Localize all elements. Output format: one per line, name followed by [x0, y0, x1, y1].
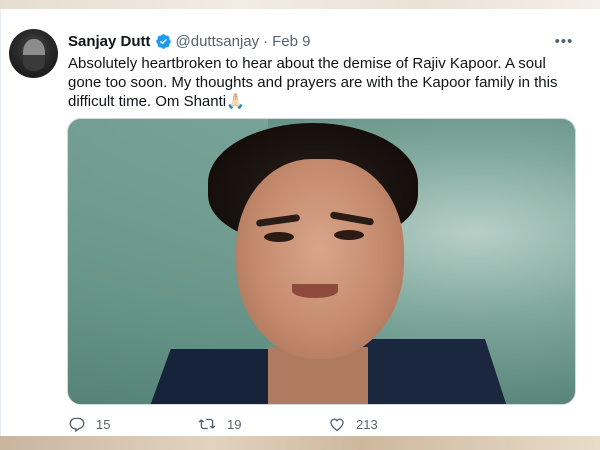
tweet-text: Absolutely heartbroken to hear about the… — [68, 55, 558, 110]
reply-icon — [68, 415, 86, 433]
reply-count: 15 — [96, 416, 111, 432]
verified-badge-icon — [155, 33, 172, 50]
tweet-date[interactable]: Feb 9 — [272, 33, 310, 50]
author-name[interactable]: Sanjay Dutt — [68, 33, 151, 50]
tweet-card[interactable]: Sanjay Dutt @duttsanjay · Feb 9 ••• Abso… — [0, 9, 600, 436]
author-handle[interactable]: @duttsanjay — [176, 33, 260, 50]
page-background-top — [0, 0, 600, 9]
tweet-header: Sanjay Dutt @duttsanjay · Feb 9 — [68, 31, 310, 51]
retweet-button[interactable]: 19 — [197, 415, 241, 433]
like-count: 213 — [356, 416, 378, 432]
avatar[interactable] — [9, 29, 58, 78]
separator-dot: · — [263, 32, 269, 50]
more-icon[interactable]: ••• — [554, 31, 574, 51]
image-eye-left — [264, 232, 294, 242]
tweet-image[interactable] — [67, 118, 576, 405]
image-mouth — [292, 284, 338, 298]
image-eye-right — [334, 230, 364, 240]
retweet-icon — [197, 415, 217, 433]
reply-button[interactable]: 15 — [68, 415, 110, 433]
page-background-bottom — [0, 436, 600, 450]
retweet-count: 19 — [227, 416, 242, 432]
image-face — [236, 159, 404, 359]
like-button[interactable]: 213 — [328, 415, 378, 433]
avatar-beard — [23, 55, 45, 71]
like-icon — [328, 415, 346, 433]
